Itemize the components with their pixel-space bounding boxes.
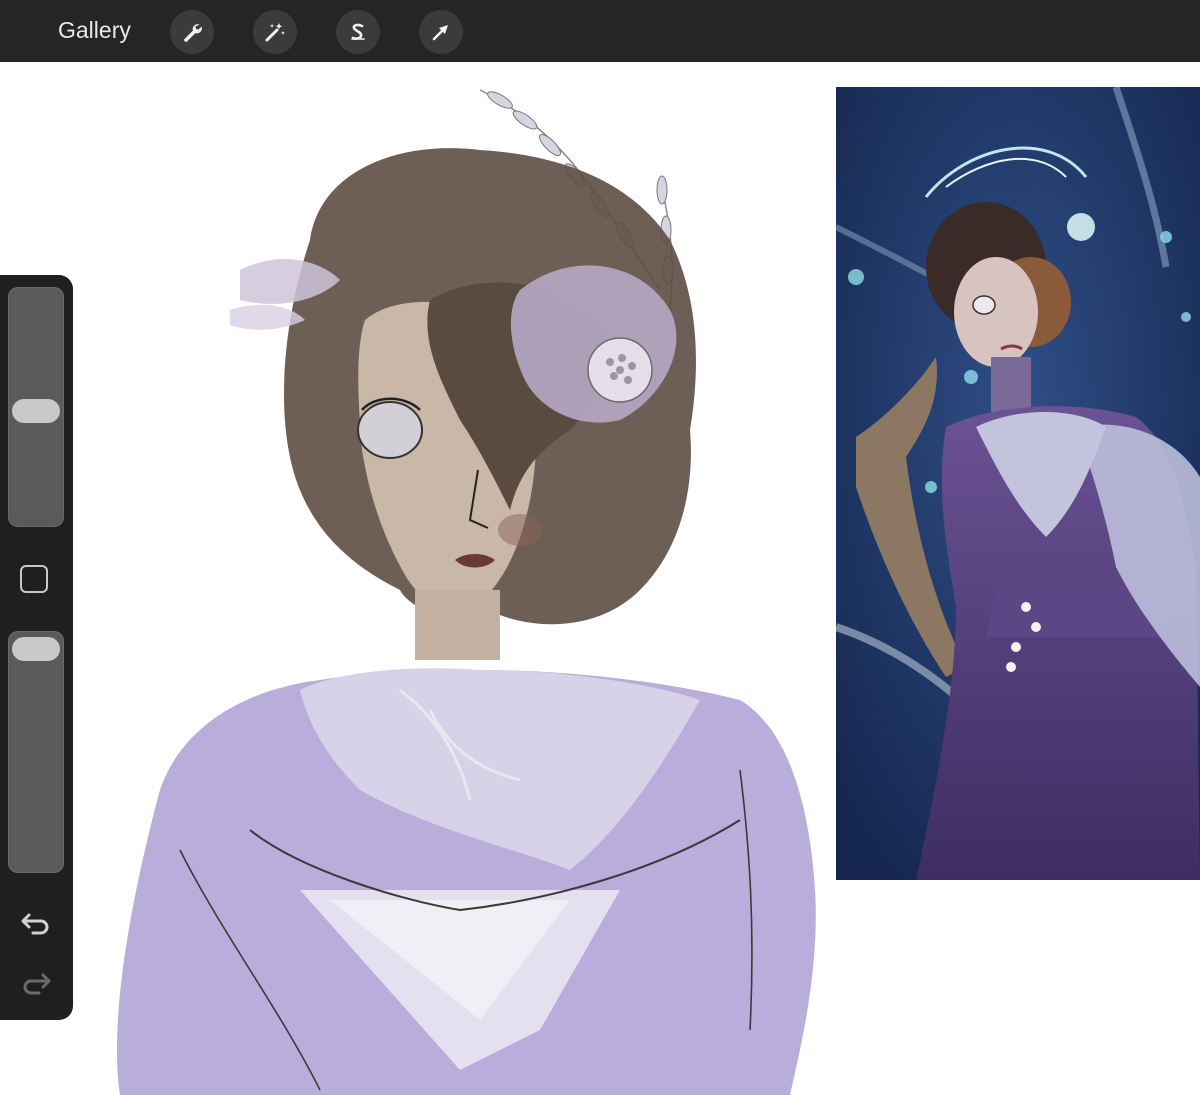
reference-image — [836, 87, 1200, 880]
sketch-portrait — [116, 89, 816, 1095]
redo-arrow-icon — [23, 973, 51, 995]
opacity-slider[interactable] — [8, 631, 64, 873]
selection-button[interactable] — [336, 10, 380, 54]
modify-button[interactable] — [20, 565, 48, 593]
arrow-cursor-icon — [432, 25, 448, 41]
brush-sidebar — [0, 275, 73, 1020]
opacity-knob[interactable] — [12, 637, 60, 661]
actions-button[interactable] — [170, 10, 214, 54]
undo-arrow-icon — [21, 913, 49, 935]
gallery-button[interactable]: Gallery — [58, 17, 131, 44]
adjustments-button[interactable] — [253, 10, 297, 54]
transform-button[interactable] — [419, 10, 463, 54]
selection-s-icon — [351, 23, 365, 40]
brush-size-knob[interactable] — [12, 399, 60, 423]
undo-button[interactable] — [16, 905, 56, 939]
brush-size-slider[interactable] — [8, 287, 64, 527]
wrench-icon — [184, 24, 202, 42]
redo-button[interactable] — [16, 965, 56, 999]
top-toolbar: Gallery — [0, 0, 1200, 62]
magic-wand-icon — [265, 23, 285, 42]
